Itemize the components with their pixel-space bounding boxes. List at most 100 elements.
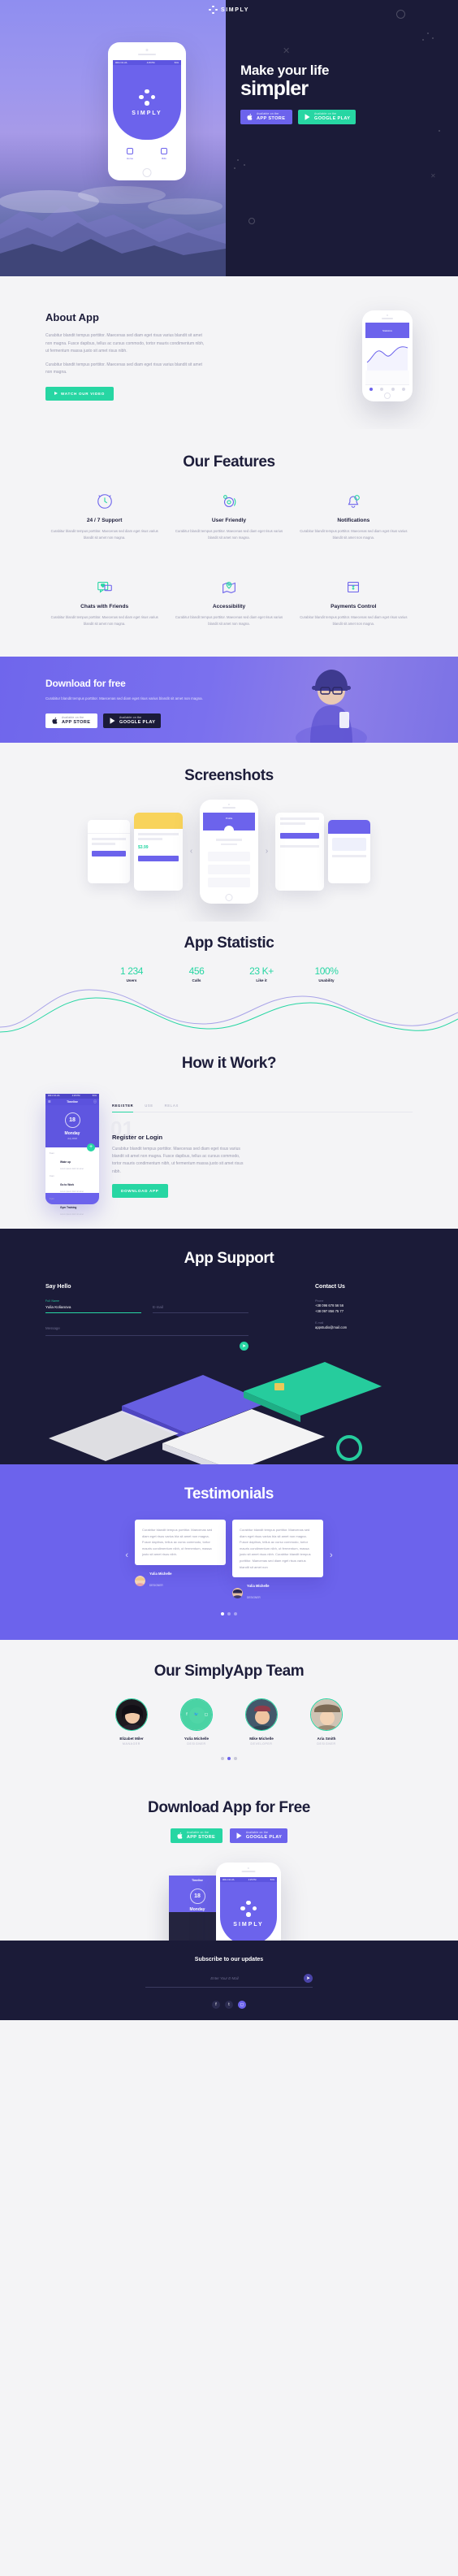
timeline-title: Go to Work: [60, 1182, 75, 1186]
nav-item-bills[interactable]: Bills: [147, 140, 181, 167]
testimonial-prev-button[interactable]: ‹: [125, 1520, 128, 1560]
tab-use[interactable]: USE: [145, 1104, 153, 1108]
carousel-prev-button[interactable]: ‹: [187, 847, 196, 856]
add-button[interactable]: +: [87, 1143, 95, 1151]
facebook-icon[interactable]: f: [212, 2001, 220, 2010]
tab-register[interactable]: REGISTER: [112, 1104, 134, 1112]
testimonial-card: Curabitur blandit tempus porttitor. Maec…: [135, 1519, 226, 1565]
tab-dot[interactable]: [402, 387, 406, 391]
nav-item-home[interactable]: Home: [113, 140, 147, 167]
facebook-icon[interactable]: f: [184, 1711, 190, 1718]
features-section: Our Features 24 / 7 Support Curabitur bl…: [0, 429, 458, 657]
logo-text: SIMPLY: [220, 7, 250, 13]
status-battery: 51%: [174, 61, 179, 64]
feature-body: Curabitur blandit tempus porttitor. Maec…: [175, 614, 283, 626]
carousel-next-button[interactable]: ›: [262, 847, 271, 856]
tab-dot-active[interactable]: [369, 387, 373, 391]
testimonial-item: Curabitur blandit tempus porttitor. Maec…: [232, 1519, 323, 1602]
google-play-button[interactable]: Available on the GOOGLE PLAY: [103, 713, 162, 729]
watch-video-button[interactable]: WATCH OUR VIDEO: [45, 386, 114, 401]
tab-relax[interactable]: RELAX: [165, 1104, 179, 1108]
feature-body: Curabitur blandit tempus porttitor. Maec…: [300, 614, 408, 626]
send-paper-plane-icon[interactable]: ➤: [304, 1974, 313, 1984]
contact-form: Say Hello Full Name Yulia Kolianova E-ma…: [45, 1284, 248, 1351]
download-free-phones: Timeline 18 Monday 9041 O2-UA 4:25 PM 51…: [0, 1856, 458, 1941]
screenshot-thumb[interactable]: [275, 812, 324, 891]
status-time: 4:25 PM: [71, 1095, 80, 1098]
stat-value: 1 234: [119, 965, 144, 977]
instagram-icon[interactable]: ◻: [238, 2001, 246, 2010]
testimonial-next-button[interactable]: ›: [330, 1520, 333, 1560]
team-member: Elizabet Miler MANAGER: [108, 1698, 155, 1746]
carousel-dot[interactable]: [221, 1757, 224, 1761]
screenshot-thumb[interactable]: [328, 819, 370, 883]
phone-value-1[interactable]: +38 096 678 56 56: [315, 1303, 413, 1308]
play-triangle-icon: [236, 1832, 242, 1839]
email-placeholder: E-mail: [153, 1303, 248, 1313]
carousel-dot[interactable]: [234, 1612, 237, 1616]
stat-usability: 100% Usability: [302, 965, 351, 982]
instagram-icon[interactable]: ◻: [203, 1711, 210, 1718]
step-body: Curabitur blandit tempus porttitor. Maec…: [112, 1146, 244, 1174]
full-name-value: Yulia Kolianova: [45, 1303, 141, 1313]
carousel-dot-active[interactable]: [227, 1757, 231, 1761]
feature-card-accessibility: Accessibility Curabitur blandit tempus p…: [166, 577, 291, 627]
hero-section: ✕ ✕ SIMPLY 9041 O2-UA 4:25 PM 51% SIMPLY…: [0, 0, 458, 276]
twitter-icon[interactable]: 🐦: [193, 1711, 200, 1718]
carousel-dot[interactable]: [234, 1757, 237, 1761]
app-store-button[interactable]: Available on the APP STORE: [170, 1828, 223, 1844]
hero-store-buttons: Available on the APP STORE Available on …: [240, 110, 443, 125]
feature-body: Curabitur blandit tempus porttitor. Maec…: [175, 529, 283, 540]
app-store-labels: Available on the APP STORE: [62, 716, 90, 725]
about-phone-screen: Statistics: [365, 323, 409, 392]
tab-dot[interactable]: [391, 387, 395, 391]
contact-details: Contact Us Phone +38 096 678 56 56 +38 0…: [315, 1284, 413, 1351]
stats-heading: App Statistic: [184, 934, 274, 952]
screenshot-thumb[interactable]: [88, 819, 130, 883]
google-play-big-label: GOOGLE PLAY: [245, 1834, 283, 1840]
subscribe-email-input[interactable]: Enter Your E-Mail: [145, 1976, 304, 1980]
timeline-item[interactable]: 6 pm Gym Training Lorem ipsum dolor sit a…: [50, 1198, 95, 1216]
stats-wave-chart: [0, 989, 458, 1033]
timeline-item[interactable]: 9 am Go to Work Lorem ipsum dolor sit ame…: [50, 1175, 95, 1193]
team-section: Our SimplyApp Team Elizabet Miler MANAGE…: [0, 1640, 458, 1779]
carousel-dot-active[interactable]: [221, 1612, 224, 1616]
screenshot-thumb[interactable]: $3.99: [134, 812, 183, 891]
team-member: Mike Michelle DEVELOPER: [238, 1698, 285, 1746]
x-decoration-icon: ✕: [430, 172, 436, 180]
email-value[interactable]: appstudio@mail.com: [315, 1325, 413, 1330]
phone-camera-icon: [387, 314, 388, 316]
status-battery: 51%: [270, 1878, 274, 1881]
support-heading: App Support: [184, 1249, 274, 1267]
google-play-button[interactable]: Available on the GOOGLE PLAY: [298, 110, 356, 125]
app-store-button[interactable]: Available on the APP STORE: [45, 713, 97, 729]
full-name-field[interactable]: Full Name Yulia Kolianova: [45, 1299, 141, 1313]
phone-value-2[interactable]: +38 097 856 75 77: [315, 1308, 413, 1314]
timeline-item[interactable]: 8 am Wake up Lorem ipsum dolor sit amet: [50, 1152, 95, 1170]
app-store-button[interactable]: Available on the APP STORE: [240, 110, 292, 125]
google-play-button[interactable]: Available on the GOOGLE PLAY: [229, 1828, 288, 1844]
timeline-header-title: Timeline: [67, 1099, 78, 1104]
day-number: 18: [64, 1112, 80, 1128]
hero-title-line2: simpler: [240, 76, 309, 100]
download-app-button[interactable]: DOWNLOAD APP: [112, 1183, 168, 1198]
how-phone-mockup: 9041 O2-UA 4:25 PM 51% Timeline ☰ ⓘ 18 M…: [45, 1093, 99, 1216]
apple-icon: [247, 114, 253, 121]
email-field[interactable]: E-mail: [153, 1299, 248, 1313]
send-paper-plane-icon[interactable]: ➤: [240, 1341, 248, 1351]
info-icon[interactable]: ⓘ: [93, 1099, 97, 1104]
feature-card-chats: Chats with Friends Curabitur blandit tem…: [42, 577, 166, 627]
site-logo[interactable]: SIMPLY: [0, 0, 458, 20]
stat-users: 1 234 Users: [107, 965, 156, 982]
footer-section: Subscribe to our updates Enter Your E-Ma…: [0, 1941, 458, 2021]
isometric-cards-illustration: [0, 1359, 458, 1464]
about-paragraph-1: Curabitur blandit tempus porttitor. Maec…: [45, 333, 205, 353]
hamburger-menu-icon[interactable]: ☰: [48, 1099, 51, 1104]
twitter-icon[interactable]: t: [225, 2001, 233, 2010]
message-field[interactable]: Message: [45, 1326, 248, 1336]
woman-with-phone-photo: [296, 669, 367, 743]
tab-dot[interactable]: [380, 387, 384, 391]
stat-likes: 23 K+ Like it: [237, 965, 286, 982]
status-carrier: 9041 O2-UA: [115, 61, 127, 64]
carousel-dot[interactable]: [227, 1612, 231, 1616]
